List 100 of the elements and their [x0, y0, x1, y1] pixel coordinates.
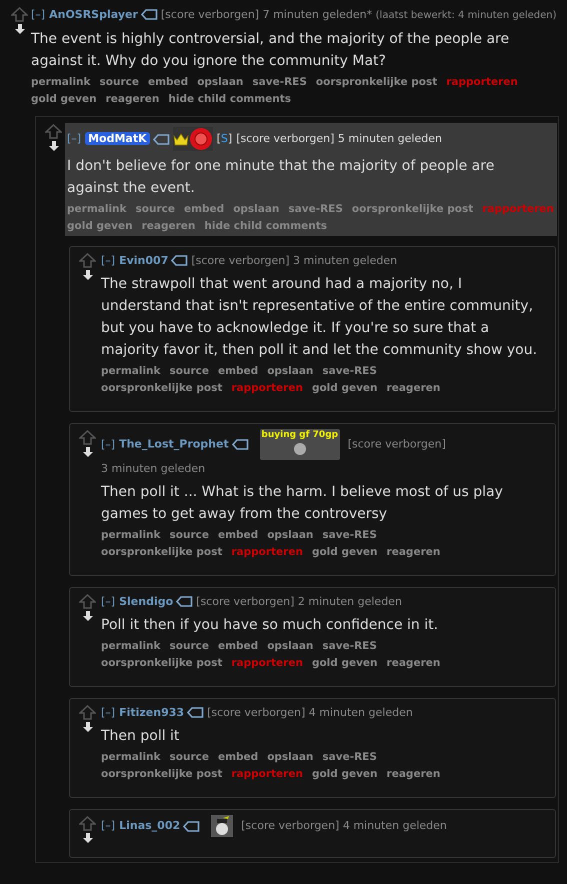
downvote-icon[interactable] — [14, 24, 24, 34]
author-link[interactable]: AnOSRSplayer — [49, 8, 138, 21]
action-link[interactable]: save-RES — [322, 363, 377, 380]
action-link[interactable]: source — [170, 527, 209, 544]
collapse-toggle[interactable]: [–] — [31, 8, 46, 21]
action-link[interactable]: gold geven — [31, 91, 97, 108]
action-link[interactable]: gold geven — [312, 766, 378, 783]
action-link[interactable]: reageren — [386, 766, 440, 783]
action-link[interactable]: oorspronkelijke post — [352, 201, 474, 218]
author-link[interactable]: Linas_002 — [119, 819, 180, 832]
author-link[interactable]: Slendigo — [119, 595, 174, 608]
report-link[interactable]: rapporteren — [231, 380, 303, 397]
action-link[interactable]: gold geven — [67, 218, 133, 235]
downvote-icon[interactable] — [82, 611, 92, 621]
action-link[interactable]: permalink — [101, 363, 160, 380]
figure-icon — [292, 441, 307, 457]
action-link[interactable]: embed — [218, 749, 258, 766]
action-link[interactable]: opslaan — [267, 363, 314, 380]
action-link[interactable]: opslaan — [197, 74, 244, 91]
action-link[interactable]: opslaan — [267, 527, 314, 544]
downvote-icon[interactable] — [82, 833, 92, 843]
action-link[interactable]: oorspronkelijke post — [101, 380, 222, 397]
report-link[interactable]: rapporteren — [231, 655, 303, 672]
action-link[interactable]: save-RES — [288, 201, 343, 218]
action-link[interactable]: opslaan — [233, 201, 280, 218]
action-link[interactable]: save-RES — [252, 74, 307, 91]
timestamp: 5 minuten geleden — [338, 132, 442, 146]
score-text: [score verborgen] — [191, 254, 290, 267]
timestamp: 2 minuten geleden — [298, 595, 402, 608]
timestamp: 4 minuten geleden — [308, 706, 413, 719]
action-link[interactable]: permalink — [101, 527, 160, 544]
flair-text: buying gf 70gp — [261, 429, 338, 441]
action-link[interactable]: oorspronkelijke post — [101, 766, 222, 783]
action-link[interactable]: embed — [218, 527, 258, 544]
downvote-icon[interactable] — [48, 141, 58, 151]
tag-icon[interactable] — [232, 439, 249, 450]
action-link[interactable]: embed — [218, 363, 258, 380]
action-link[interactable]: gold geven — [312, 655, 378, 672]
collapse-toggle[interactable]: [–] — [101, 819, 116, 832]
action-link[interactable]: source — [170, 363, 209, 380]
moderator-tag[interactable]: [S] — [216, 132, 232, 146]
action-link[interactable]: oorspronkelijke post — [101, 655, 222, 672]
action-link[interactable]: reageren — [106, 91, 160, 108]
report-link[interactable]: rapporteren — [231, 766, 303, 783]
action-link[interactable]: permalink — [101, 638, 160, 655]
action-link[interactable]: permalink — [101, 749, 160, 766]
action-link[interactable]: embed — [218, 638, 258, 655]
action-link[interactable]: gold geven — [312, 544, 378, 561]
action-link[interactable]: opslaan — [267, 638, 314, 655]
author-link[interactable]: ModMatK — [85, 132, 150, 146]
action-link[interactable]: source — [136, 201, 175, 218]
action-link[interactable]: hide child comments — [168, 91, 292, 108]
downvote-icon[interactable] — [82, 270, 92, 280]
author-link[interactable]: Fitizen933 — [119, 706, 184, 719]
action-link[interactable]: permalink — [67, 201, 126, 218]
action-link[interactable]: reageren — [142, 218, 196, 235]
tag-icon[interactable] — [176, 596, 194, 608]
downvote-icon[interactable] — [82, 722, 92, 732]
action-link[interactable]: save-RES — [322, 527, 377, 544]
author-link[interactable]: The_Lost_Prophet — [119, 438, 229, 451]
action-link[interactable]: oorspronkelijke post — [101, 544, 222, 561]
action-link[interactable]: source — [170, 749, 209, 766]
score-text: [score verborgen] — [348, 438, 446, 451]
action-link[interactable]: source — [100, 74, 139, 91]
collapse-toggle[interactable]: [–] — [67, 132, 82, 146]
action-link[interactable]: opslaan — [267, 749, 314, 766]
collapse-toggle[interactable]: [–] — [101, 438, 116, 451]
action-link[interactable]: reageren — [386, 380, 440, 397]
tag-icon[interactable] — [187, 707, 204, 718]
tag-icon[interactable] — [183, 820, 200, 832]
score-text: [score verborgen] — [160, 8, 260, 21]
score-text: [score verborgen] — [236, 132, 334, 146]
action-link[interactable]: source — [170, 638, 209, 655]
report-link[interactable]: rapporteren — [231, 544, 303, 561]
collapse-toggle[interactable]: [–] — [101, 595, 116, 608]
action-link[interactable]: reageren — [386, 544, 440, 561]
action-link[interactable]: embed — [148, 74, 188, 91]
timestamp: 7 minuten geleden* — [262, 8, 372, 21]
tag-icon[interactable] — [140, 9, 158, 20]
action-link[interactable]: hide child comments — [204, 218, 328, 235]
rosette-icon — [188, 127, 213, 151]
author-link[interactable]: Evin007 — [119, 254, 168, 267]
downvote-icon[interactable] — [82, 447, 92, 457]
collapse-toggle[interactable]: [–] — [101, 254, 116, 267]
timestamp: 4 minuten geleden — [342, 819, 447, 832]
action-link[interactable]: save-RES — [322, 749, 377, 766]
action-link[interactable]: embed — [184, 201, 224, 218]
action-link[interactable]: gold geven — [312, 380, 378, 397]
tag-icon[interactable] — [171, 255, 188, 266]
collapse-toggle[interactable]: [–] — [101, 706, 116, 719]
action-link[interactable]: save-RES — [322, 638, 377, 655]
tag-icon[interactable] — [152, 134, 170, 144]
report-link[interactable]: rapporteren — [446, 74, 518, 91]
action-link[interactable]: permalink — [31, 74, 90, 91]
timestamp: 3 minuten geleden — [101, 462, 206, 475]
action-link[interactable]: reageren — [386, 655, 440, 672]
score-text: [score verborgen] — [207, 706, 306, 719]
comment-text: I don't believe for one minute that the majority of people are against the event. — [67, 157, 496, 198]
comment-text: Then poll it ... What is the harm. I believe most of us play games to get away from the controversy — [101, 483, 504, 524]
action-link[interactable]: oorspronkelijke post — [316, 74, 438, 91]
